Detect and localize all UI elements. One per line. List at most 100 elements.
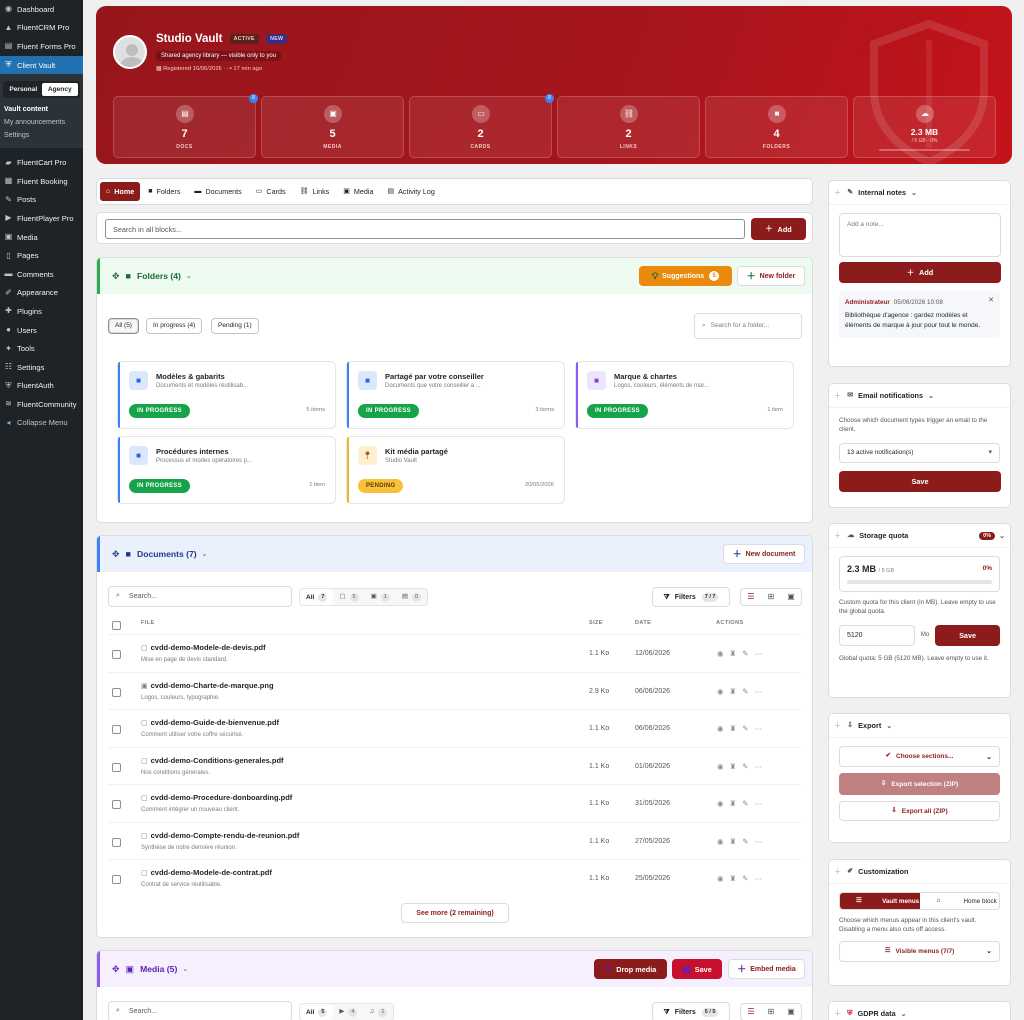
- chevron-down-icon[interactable]: ⌄: [911, 189, 917, 197]
- plus-icon[interactable]: ＋: [834, 721, 841, 731]
- row-checkbox[interactable]: [112, 800, 121, 809]
- add-button[interactable]: ＋ Add: [751, 218, 806, 240]
- type-filter-image[interactable]: ▣ 1: [365, 589, 396, 605]
- media-search-input[interactable]: ⌕ Search...: [108, 1001, 292, 1020]
- row-checkbox[interactable]: [112, 875, 121, 884]
- sidebar-item-comments[interactable]: ▬ Comments: [0, 265, 83, 284]
- pencil-icon[interactable]: ✎: [742, 762, 754, 771]
- sidebar-item-dashboard[interactable]: ◉ Dashboard: [0, 0, 83, 19]
- sidebar-item-collapse-menu[interactable]: ◂ Collapse Menu: [0, 414, 83, 433]
- submenu-announcements[interactable]: My announcements: [0, 116, 83, 129]
- chevron-down-icon[interactable]: ⌄: [182, 965, 188, 973]
- tab-links[interactable]: ⛓ Links: [294, 182, 336, 201]
- sidebar-item-settings[interactable]: ☷ Settings: [0, 358, 83, 377]
- sidebar-item-tools[interactable]: ✦ Tools: [0, 339, 83, 358]
- sidebar-item-users[interactable]: ● Users: [0, 321, 83, 340]
- note-textarea[interactable]: Add a note...: [839, 213, 1001, 257]
- drop-media-button[interactable]: ⇪ Drop media: [594, 959, 667, 979]
- more-icon[interactable]: ⋯: [755, 687, 769, 696]
- tab-home[interactable]: ⌂ Home: [100, 182, 141, 201]
- search-input[interactable]: [105, 219, 745, 239]
- grid-view-icon[interactable]: ⊞: [761, 1004, 781, 1020]
- chevron-down-icon[interactable]: ⌄: [901, 1010, 907, 1018]
- export-selection-button[interactable]: ⇩ Export selection (ZIP): [839, 773, 1000, 795]
- pencil-icon[interactable]: ✎: [742, 687, 754, 696]
- sidebar-item-fluentcommunity[interactable]: ≋ FluentCommunity: [0, 395, 83, 414]
- context-agency[interactable]: Agency: [41, 83, 78, 97]
- pencil-icon[interactable]: ✎: [742, 725, 754, 733]
- type-filter-all[interactable]: All 5: [300, 1004, 334, 1020]
- plus-icon[interactable]: ＋: [834, 188, 841, 198]
- more-icon[interactable]: ⋯: [755, 762, 769, 771]
- eye-icon[interactable]: ◉: [717, 650, 730, 658]
- sidebar-item-pages[interactable]: ▯ Pages: [0, 246, 83, 265]
- sidebar-item-fluent-forms-pro[interactable]: ▤ Fluent Forms Pro: [0, 37, 83, 56]
- folder-filter-in-progress[interactable]: In progress (4): [146, 318, 203, 334]
- eye-icon[interactable]: ◉: [717, 687, 730, 696]
- plus-icon[interactable]: ＋: [834, 391, 841, 401]
- trophy-icon[interactable]: ♜: [730, 800, 743, 808]
- trophy-icon[interactable]: ♜: [730, 762, 743, 771]
- chevron-down-icon[interactable]: ⌄: [886, 722, 892, 730]
- folder-card[interactable]: ■ Marque & chartes Logos, couleurs, élémen…: [575, 361, 794, 429]
- visible-menus-select[interactable]: ☰ Visible menus (7/7) ⌄: [839, 940, 1000, 962]
- type-filter-all[interactable]: All 7: [300, 589, 334, 605]
- more-icon[interactable]: ⋯: [755, 650, 769, 658]
- sidebar-item-fluent-booking[interactable]: ▦ Fluent Booking: [0, 172, 83, 191]
- document-name[interactable]: ▢ cvdd-demo-Conditions-generales.pdf: [141, 756, 284, 765]
- new-document-button[interactable]: ＋ New document: [723, 544, 805, 564]
- sidebar-item-plugins[interactable]: ✚ Plugins: [0, 302, 83, 321]
- notification-select[interactable]: 13 active notification(s) ▾: [839, 442, 1000, 463]
- eye-icon[interactable]: ◉: [717, 837, 730, 846]
- embed-media-button[interactable]: ＋ Embed media: [728, 959, 805, 979]
- type-filter-video[interactable]: ▶ 4: [333, 1004, 363, 1020]
- email-save-button[interactable]: Save: [839, 470, 1001, 492]
- trophy-icon[interactable]: ♜: [730, 875, 743, 883]
- close-icon[interactable]: ✕: [988, 296, 994, 304]
- document-search-input[interactable]: ⌕ Search...: [108, 586, 292, 607]
- folder-card[interactable]: ■ Procédures internes Processus et modes o…: [117, 436, 336, 504]
- sidebar-item-appearance[interactable]: ✐ Appearance: [0, 284, 83, 303]
- tab-media[interactable]: ▣ Media: [337, 182, 379, 201]
- row-checkbox[interactable]: [112, 650, 121, 659]
- document-name[interactable]: ▢ cvdd-demo-Procedure-donboarding.pdf: [141, 793, 292, 802]
- tab-folders[interactable]: ■ Folders: [142, 182, 186, 201]
- more-icon[interactable]: ⋯: [755, 837, 769, 846]
- eye-icon[interactable]: ◉: [717, 762, 730, 771]
- document-name[interactable]: ▢ cvdd-demo-Modele-de-devis.pdf: [141, 643, 266, 652]
- row-checkbox[interactable]: [112, 837, 121, 847]
- chevron-down-icon[interactable]: ⌄: [999, 532, 1005, 540]
- pencil-icon[interactable]: ✎: [742, 837, 754, 846]
- trophy-icon[interactable]: ♜: [730, 725, 743, 733]
- folder-card[interactable]: 📍︎ Kit média partagé Studio Vault PENDING 20…: [346, 436, 565, 504]
- drag-handle-icon[interactable]: ✥: [112, 964, 120, 974]
- chevron-down-icon[interactable]: ⌄: [186, 272, 192, 280]
- folder-filter-all[interactable]: All (5): [108, 318, 139, 334]
- pencil-icon[interactable]: ✎: [742, 650, 754, 658]
- trophy-icon[interactable]: ♜: [730, 687, 743, 696]
- trophy-icon[interactable]: ♜: [730, 650, 743, 658]
- add-note-button[interactable]: ＋ Add: [839, 262, 1001, 283]
- more-icon[interactable]: ⋯: [755, 725, 769, 733]
- trophy-icon[interactable]: ♜: [730, 837, 743, 846]
- chevron-down-icon[interactable]: ⌄: [928, 392, 934, 400]
- sidebar-item-fluentplayer-pro[interactable]: ▶ FluentPlayer Pro: [0, 209, 83, 228]
- sidebar-item-media[interactable]: ▣ Media: [0, 228, 83, 247]
- type-filter-file[interactable]: ▢ 5: [333, 589, 364, 605]
- tab-documents[interactable]: ▬ Documents: [188, 182, 247, 201]
- media-filters-button[interactable]: ⧩ Filters 5 / 5: [652, 1002, 730, 1020]
- vault-menus-tab[interactable]: ☰ Vault menus: [840, 893, 920, 909]
- sidebar-item-posts[interactable]: ✎ Posts: [0, 191, 83, 210]
- document-name[interactable]: ▣ cvdd-demo-Charte-de-marque.png: [141, 681, 274, 690]
- submenu-settings[interactable]: Settings: [0, 129, 83, 142]
- sidebar-item-fluentcrm-pro[interactable]: ▲ FluentCRM Pro: [0, 19, 83, 38]
- chevron-down-icon[interactable]: ⌄: [202, 550, 208, 558]
- see-more-button[interactable]: See more (2 remaining): [401, 903, 509, 923]
- eye-icon[interactable]: ◉: [717, 875, 730, 883]
- quota-save-button[interactable]: Save: [935, 624, 1000, 646]
- row-checkbox[interactable]: [112, 762, 121, 772]
- more-icon[interactable]: ⋯: [755, 875, 769, 883]
- media-save-button[interactable]: ▤ Save: [672, 959, 722, 979]
- type-filter-doc[interactable]: ▤ 0: [396, 589, 427, 605]
- submenu-vault-content[interactable]: Vault content: [0, 103, 83, 116]
